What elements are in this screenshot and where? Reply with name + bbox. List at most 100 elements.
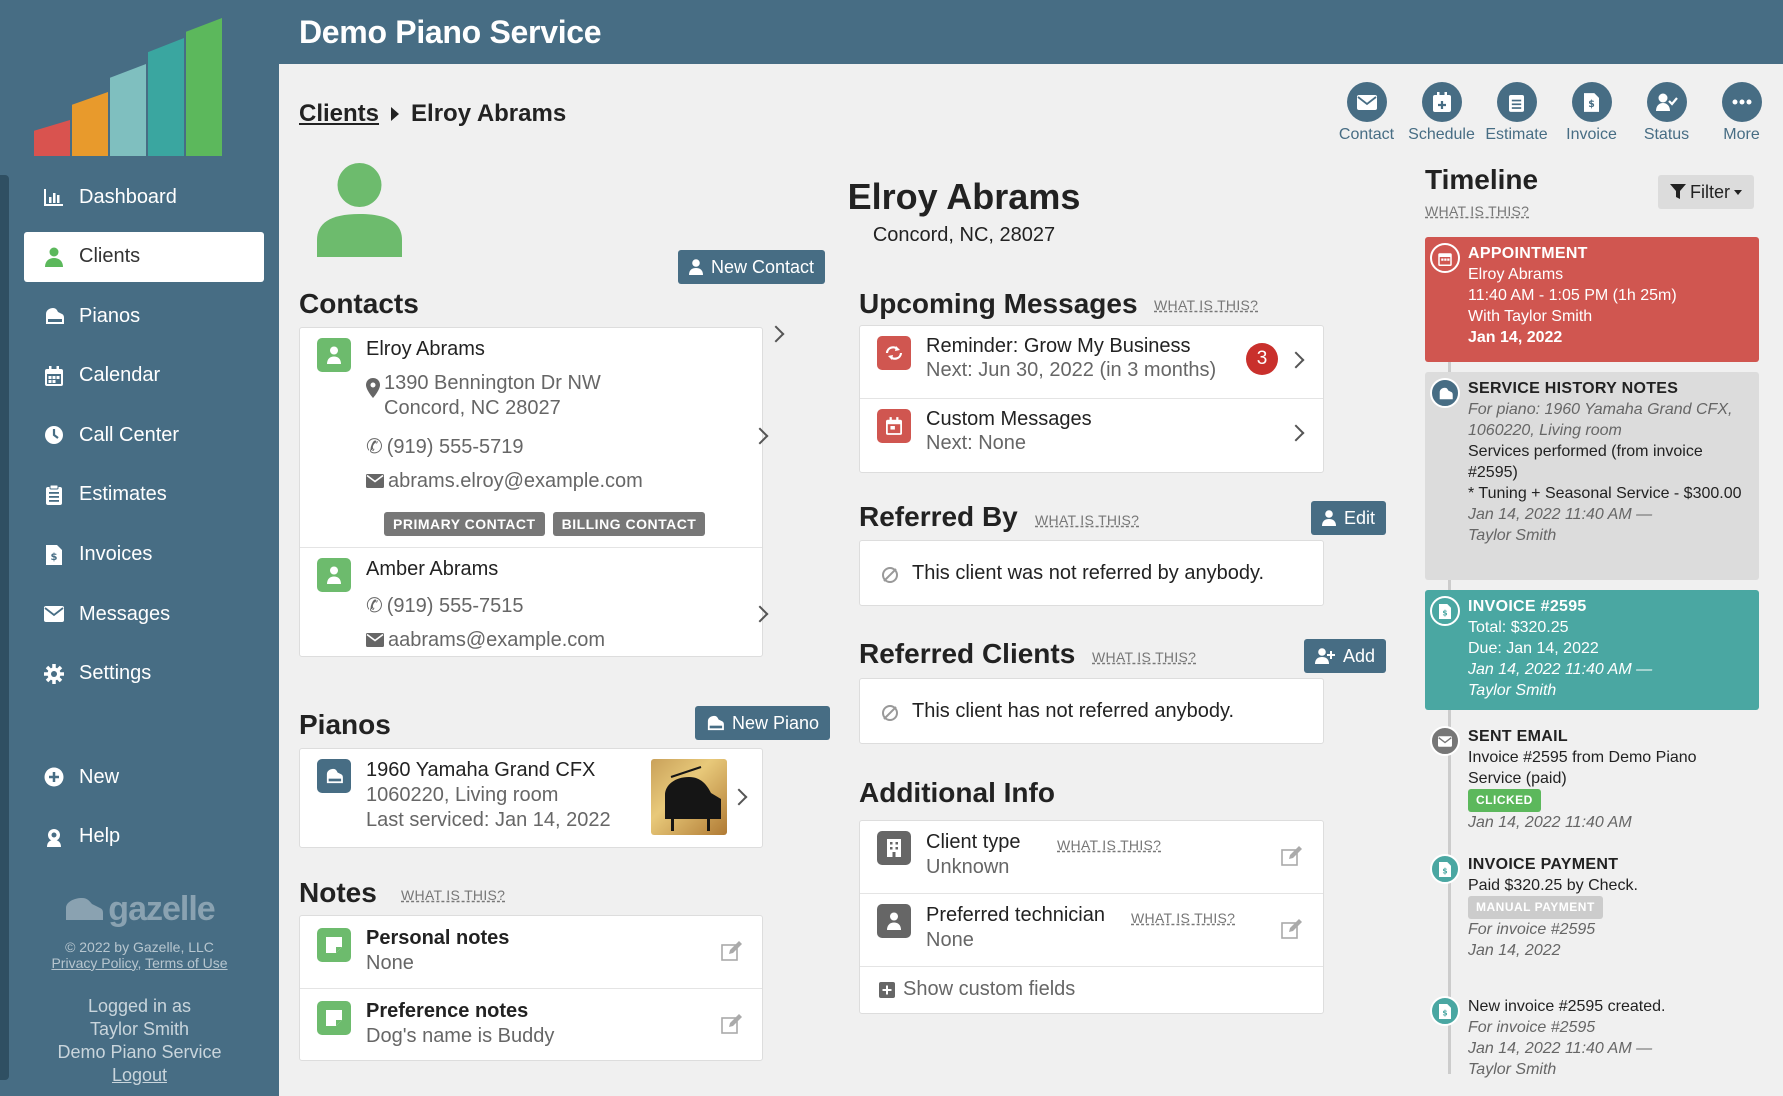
show-custom-fields-row[interactable]: Show custom fields (860, 967, 1323, 1013)
breadcrumb: Clients Elroy Abrams (299, 100, 566, 128)
timeline-sent-email[interactable]: SENT EMAIL Invoice #2595 from Demo Piano… (1425, 720, 1759, 838)
timeline-filter-button[interactable]: Filter (1658, 175, 1754, 209)
sidebar-item-estimates[interactable]: Estimates (24, 470, 264, 520)
message-row[interactable]: Custom Messages Next: None (860, 399, 1323, 472)
brand-wordmark: gazelle (0, 890, 279, 931)
timeline-invoice-created[interactable]: $ New invoice #2595 created. For invoice… (1425, 990, 1759, 1090)
timeline-service-notes[interactable]: SERVICE HISTORY NOTES For piano: 1960 Ya… (1425, 372, 1759, 580)
referred-by-card: This client was not referred by anybody. (859, 540, 1324, 606)
gear-icon (44, 663, 64, 684)
message-row[interactable]: Reminder: Grow My Business Next: Jun 30,… (860, 326, 1323, 399)
envelope-icon (366, 471, 384, 494)
logged-in-label: Logged in as (87, 996, 192, 1016)
privacy-link[interactable]: Privacy Policy (51, 955, 137, 971)
invoice-icon: $ (44, 544, 64, 565)
terms-link[interactable]: Terms of Use (145, 955, 227, 971)
logged-in-user: Taylor Smith (89, 1019, 190, 1039)
sidebar-item-invoices[interactable]: $ Invoices (24, 530, 264, 580)
sidebar-item-settings[interactable]: Settings (24, 649, 264, 699)
timeline-what-is-this-link[interactable]: WHAT IS THIS? (1425, 203, 1529, 219)
piano-row[interactable]: 1960 Yamaha Grand CFX 1060220, Living ro… (300, 749, 762, 847)
contact-email[interactable]: abrams.elroy@example.com (366, 470, 643, 494)
caret-down-icon (1734, 189, 1742, 195)
sticky-note-icon (317, 928, 351, 962)
logout-link[interactable]: Logout (0, 1064, 279, 1087)
timeline-invoice-payment[interactable]: $ INVOICE PAYMENT Paid $320.25 by Check.… (1425, 848, 1759, 980)
status-action-button[interactable]: Status (1629, 82, 1704, 144)
estimate-action-button[interactable]: Estimate (1479, 82, 1554, 144)
contact-action-button[interactable]: Contact (1329, 82, 1404, 144)
preferred-technician-what-is-this-link[interactable]: WHAT IS THIS? (1131, 910, 1235, 926)
notes-what-is-this-link[interactable]: WHAT IS THIS? (401, 887, 505, 903)
sidebar-item-calendar[interactable]: Calendar (24, 351, 264, 401)
piano-icon (1430, 378, 1460, 408)
ban-icon (882, 567, 898, 583)
message-next: Next: Jun 30, 2022 (in 3 months) (926, 359, 1217, 381)
sidebar-item-pianos[interactable]: Pianos (24, 291, 264, 341)
edit-icon[interactable] (1281, 845, 1303, 867)
sidebar-item-call-center[interactable]: Call Center (24, 410, 264, 460)
user-icon (877, 904, 911, 938)
timeline-appointment[interactable]: APPOINTMENT Elroy Abrams 11:40 AM - 1:05… (1425, 237, 1759, 362)
show-custom-fields-link[interactable]: Show custom fields (903, 978, 1075, 1001)
note-row[interactable]: Personal notes None (300, 916, 762, 989)
edit-icon[interactable] (721, 940, 743, 962)
app-title: Demo Piano Service (299, 14, 602, 50)
main-content: Clients Elroy Abrams Contact Schedule Es… (279, 64, 1783, 1096)
envelope-icon (1346, 82, 1387, 122)
contact-row[interactable]: Elroy Abrams 1390 Bennington Dr NW Concor… (300, 325, 785, 548)
contact-address: 1390 Bennington Dr NW Concord, NC 28027 (384, 372, 601, 419)
notes-card: Personal notes None Preference notes Dog… (299, 915, 763, 1061)
contact-email[interactable]: aabrams@example.com (366, 629, 605, 653)
user-icon (44, 247, 64, 267)
client-header: Elroy Abrams Concord, NC, 28027 (734, 176, 1194, 247)
contact-row[interactable]: Amber Abrams ✆ (919) 555-7515 aabrams@exa… (300, 548, 762, 658)
contact-name: Amber Abrams (366, 558, 499, 580)
contact-user-icon (317, 558, 351, 592)
invoice-icon: $ (1430, 996, 1460, 1026)
edit-icon[interactable] (721, 1013, 743, 1035)
logged-in-info: Logged in as Taylor Smith Demo Piano Ser… (0, 995, 279, 1087)
invoice-icon: $ (1430, 854, 1460, 884)
new-piano-button[interactable]: New Piano (695, 706, 831, 740)
info-row[interactable]: Client type WHAT IS THIS? Unknown (860, 821, 1323, 894)
schedule-action-button[interactable]: Schedule (1404, 82, 1479, 144)
edit-icon[interactable] (1281, 918, 1303, 940)
contact-phone[interactable]: ✆ (919) 555-7515 (366, 593, 524, 618)
upcoming-what-is-this-link[interactable]: WHAT IS THIS? (1154, 297, 1258, 313)
sidebar-item-help[interactable]: Help (24, 812, 264, 862)
svg-text:$: $ (1442, 1008, 1447, 1017)
info-row[interactable]: Preferred technician WHAT IS THIS? None (860, 894, 1323, 967)
phone-icon: ✆ (366, 436, 383, 458)
contacts-card: Elroy Abrams 1390 Bennington Dr NW Concor… (299, 325, 785, 658)
sidebar-item-clients[interactable]: Clients (24, 231, 264, 282)
additional-info-heading: Additional Info (859, 777, 1055, 808)
referred-by-what-is-this-link[interactable]: WHAT IS THIS? (1035, 512, 1139, 528)
sidebar-item-dashboard[interactable]: Dashboard (24, 172, 264, 222)
sidebar-item-new[interactable]: New (24, 752, 264, 802)
client-type-what-is-this-link[interactable]: WHAT IS THIS? (1057, 837, 1161, 853)
referred-clients-what-is-this-link[interactable]: WHAT IS THIS? (1092, 649, 1196, 665)
referred-by-edit-button[interactable]: Edit (1311, 501, 1387, 535)
additional-info-card: Client type WHAT IS THIS? Unknown Prefer… (859, 820, 1324, 1014)
clipboard-icon (1496, 82, 1537, 122)
add-referred-client-button[interactable]: Add (1304, 639, 1387, 673)
contact-phone[interactable]: ✆ (919) 555-5719 (366, 434, 524, 459)
logged-in-company: Demo Piano Service (57, 1042, 222, 1062)
client-name: Elroy Abrams (847, 176, 1081, 217)
app-logo (34, 18, 246, 156)
caret-right-icon (391, 107, 400, 121)
invoice-action-button[interactable]: $ Invoice (1554, 82, 1629, 144)
note-value: Dog's name is Buddy (366, 1025, 555, 1047)
referred-clients-card: This client has not referred anybody. (859, 678, 1324, 744)
sidebar: Dashboard Clients Pianos Calendar Call C… (0, 0, 279, 1096)
clicked-badge: CLICKED (1468, 789, 1541, 812)
ellipsis-icon (1721, 82, 1762, 122)
copyright: © 2022 by Gazelle, LLC (65, 938, 214, 955)
timeline-invoice[interactable]: $ INVOICE #2595 Total: $320.25 Due: Jan … (1425, 590, 1759, 710)
sidebar-item-messages[interactable]: Messages (24, 589, 264, 639)
more-action-button[interactable]: More (1704, 82, 1779, 144)
new-contact-button[interactable]: New Contact (678, 250, 826, 284)
note-row[interactable]: Preference notes Dog's name is Buddy (300, 989, 762, 1062)
breadcrumb-clients-link[interactable]: Clients (299, 100, 379, 128)
